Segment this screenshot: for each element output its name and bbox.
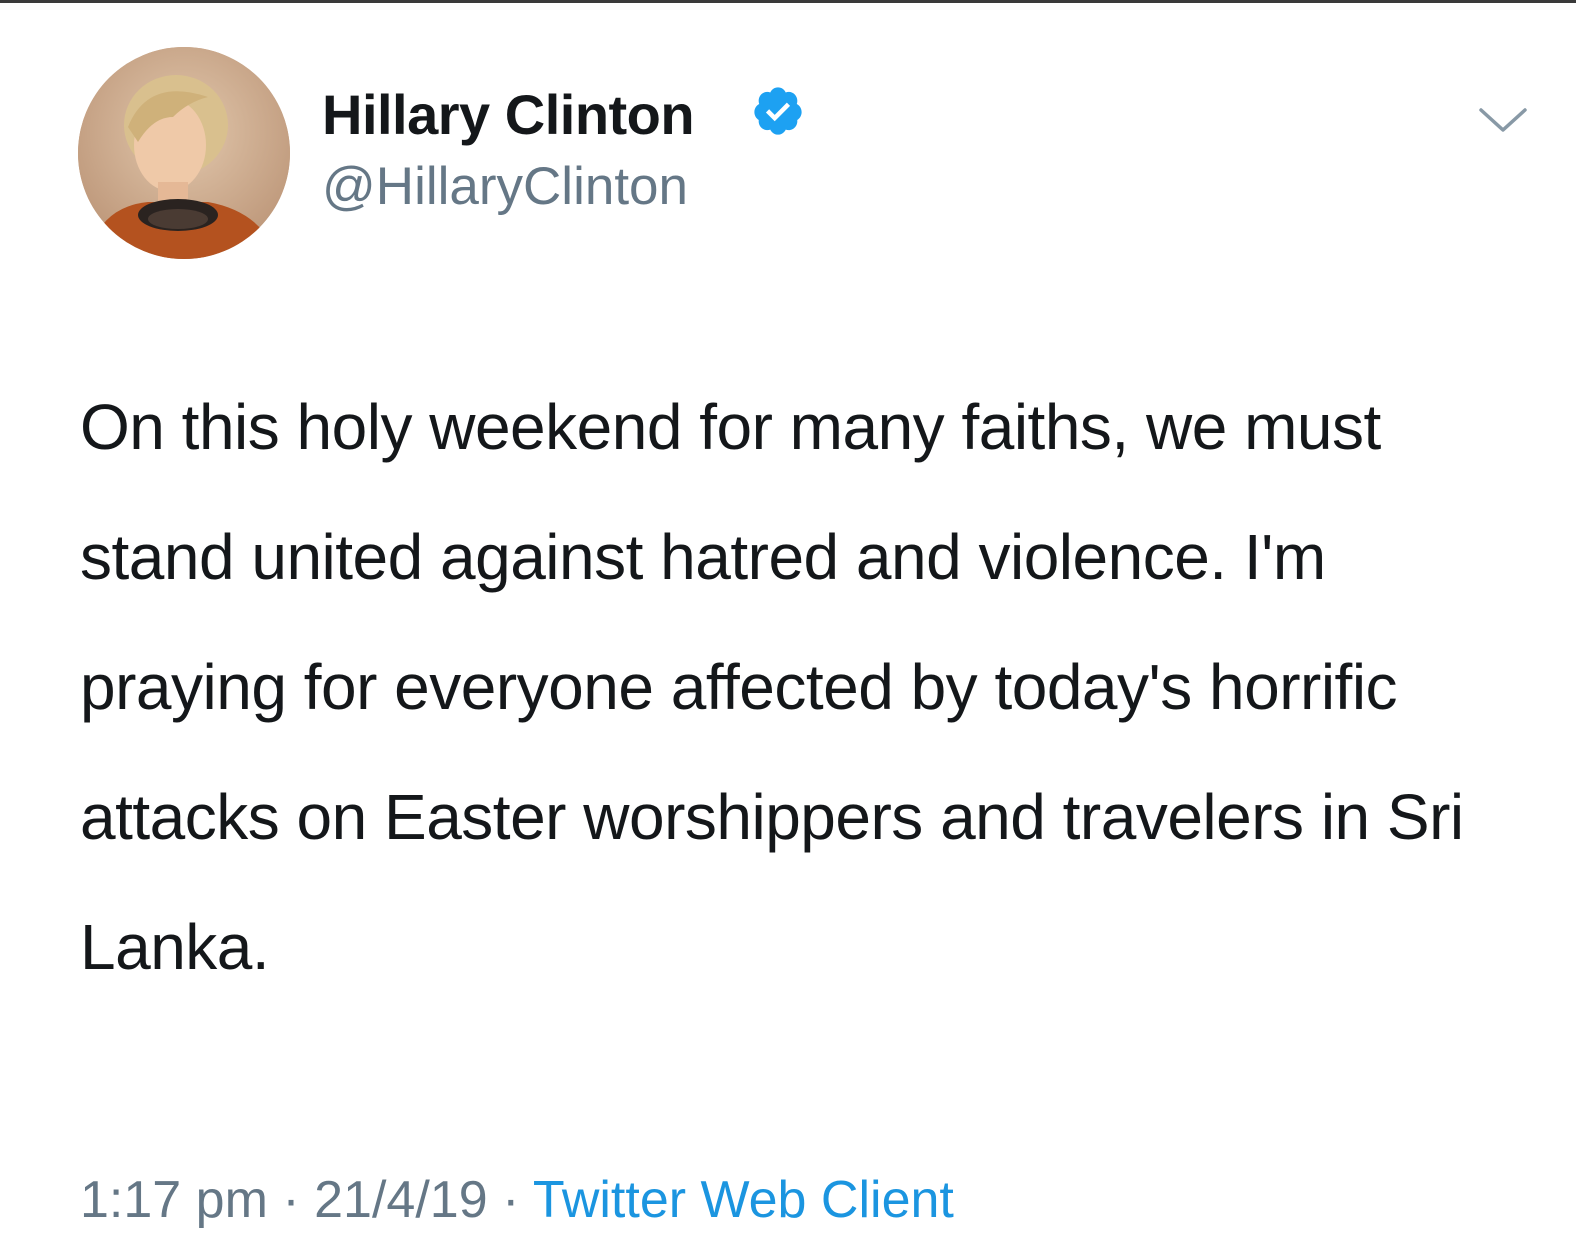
verified-badge-icon [754,87,802,135]
tweet-text: On this holy weekend for many faiths, we… [80,391,1464,983]
tweet-meta: 1:17 pm · 21/4/19 · Twitter Web Client [80,1170,954,1230]
top-border [0,0,1576,3]
display-name[interactable]: Hillary Clinton [322,82,695,147]
handle[interactable]: @HillaryClinton [322,156,688,217]
tweet-source-link[interactable]: Twitter Web Client [533,1171,954,1229]
avatar[interactable] [78,47,290,259]
tweet-time[interactable]: 1:17 pm [80,1171,268,1229]
meta-separator: · [502,1171,520,1229]
chevron-down-icon[interactable] [1475,100,1531,140]
meta-separator: · [282,1171,300,1229]
avatar-image [78,47,290,259]
tweet-date[interactable]: 21/4/19 [314,1171,488,1229]
